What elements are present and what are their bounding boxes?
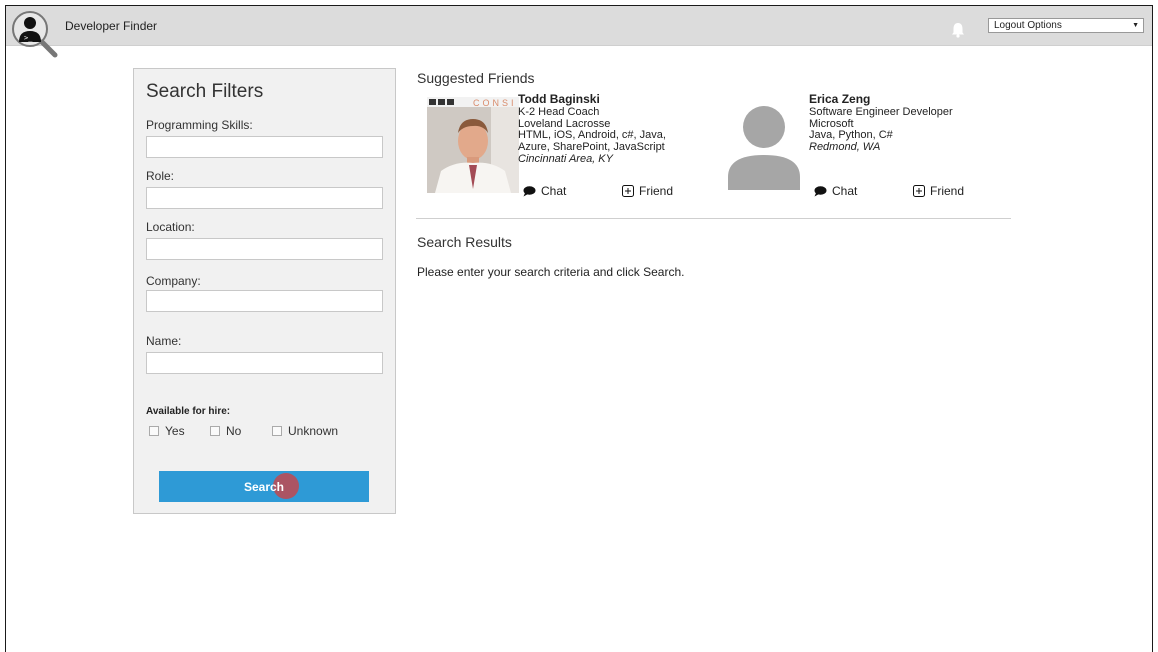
hire-yes-label: Yes <box>165 424 185 438</box>
search-results-title: Search Results <box>417 234 512 250</box>
hire-no-label: No <box>226 424 242 438</box>
section-divider <box>416 218 1011 219</box>
friend-card: CONSI Todd Baginski K-2 Head Coach Lovel… <box>427 93 687 198</box>
suggested-friends-title: Suggested Friends <box>417 70 535 86</box>
hire-yes-checkbox[interactable]: Yes <box>149 424 185 438</box>
friend-role: Software Engineer Developer <box>809 105 953 118</box>
chat-button[interactable]: Chat <box>523 184 566 198</box>
chat-button[interactable]: Chat <box>814 184 857 198</box>
location-input[interactable] <box>146 238 383 260</box>
svg-text:>_: >_ <box>24 34 33 42</box>
friend-skills: HTML, iOS, Android, c#, Java, Azure, Sha… <box>518 129 666 154</box>
avatar-placeholder-icon <box>718 97 810 193</box>
app-title: Developer Finder <box>65 19 158 33</box>
chat-label: Chat <box>832 184 858 198</box>
company-input[interactable] <box>146 290 383 312</box>
profile-photo: CONSI <box>427 97 519 193</box>
friend-label: Friend <box>930 184 965 198</box>
friend-name[interactable]: Erica Zeng <box>809 93 953 106</box>
location-label: Location: <box>146 220 195 234</box>
chevron-down-icon: ▼ <box>1132 22 1139 29</box>
checkbox-box[interactable] <box>210 426 220 436</box>
friend-info: Erica Zeng Software Engineer Developer M… <box>809 93 953 154</box>
company-label: Company: <box>146 274 201 288</box>
add-friend-button[interactable]: Friend <box>913 184 964 198</box>
chat-bubble-icon <box>523 185 536 196</box>
programming-skills-input[interactable] <box>146 136 383 158</box>
name-label: Name: <box>146 334 182 348</box>
role-input[interactable] <box>146 187 383 209</box>
friend-name[interactable]: Todd Baginski <box>518 93 678 106</box>
friend-location: Cincinnati Area, KY <box>518 152 613 165</box>
add-friend-button[interactable]: Friend <box>622 184 673 198</box>
search-filters-title: Search Filters <box>146 81 264 102</box>
search-results-message: Please enter your search criteria and cl… <box>417 265 685 279</box>
logout-options-label: Logout Options <box>994 20 1062 31</box>
friend-role: K-2 Head Coach <box>518 105 600 118</box>
developer-finder-logo-icon[interactable]: >_ <box>10 10 62 62</box>
friend-location: Redmond, WA <box>809 141 881 154</box>
name-input[interactable] <box>146 352 383 374</box>
friend-label: Friend <box>639 184 674 198</box>
friend-info: Todd Baginski K-2 Head Coach Loveland La… <box>518 93 678 166</box>
friend-card: Erica Zeng Software Engineer Developer M… <box>718 93 978 198</box>
hire-no-checkbox[interactable]: No <box>210 424 241 438</box>
photo-banner-text: CONSI <box>473 98 517 108</box>
chat-bubble-icon <box>814 185 827 196</box>
hire-unknown-checkbox[interactable]: Unknown <box>272 424 338 438</box>
plus-square-icon <box>913 185 925 197</box>
notification-bell-icon[interactable] <box>951 22 965 38</box>
search-button[interactable]: Search <box>159 471 369 502</box>
available-for-hire-label: Available for hire: <box>146 406 231 417</box>
chat-label: Chat <box>541 184 567 198</box>
checkbox-box[interactable] <box>272 426 282 436</box>
hire-unknown-label: Unknown <box>288 424 339 438</box>
programming-skills-label: Programming Skills: <box>146 118 253 132</box>
search-filters-panel: Search Filters Programming Skills: Role:… <box>133 68 396 514</box>
app-window: >_ Developer Finder Logout Options ▼ Sea… <box>5 5 1153 652</box>
top-bar: >_ Developer Finder Logout Options ▼ <box>6 6 1152 58</box>
role-label: Role: <box>146 169 175 183</box>
search-button-label: Search <box>243 479 285 494</box>
logout-options-select[interactable]: Logout Options ▼ <box>988 18 1144 33</box>
plus-square-icon <box>622 185 634 197</box>
checkbox-box[interactable] <box>149 426 159 436</box>
